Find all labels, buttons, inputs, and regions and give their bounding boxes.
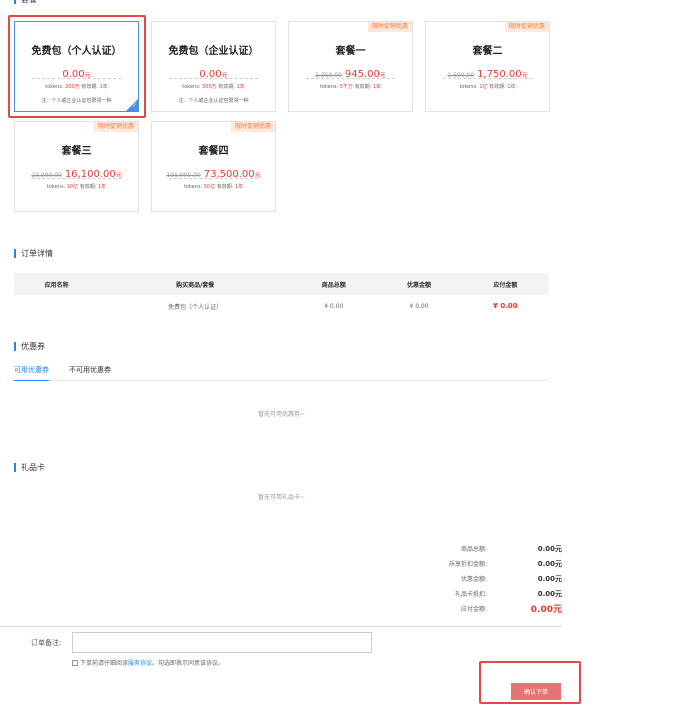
tokens-value: 500万 (202, 84, 217, 90)
promo-badge: 限时促销优惠 (93, 122, 138, 132)
validity-label: 有效期: (218, 84, 235, 90)
package-note: 注：个人或企业认证包限领一种 (178, 98, 249, 104)
tokens-value: 5千万 (339, 84, 353, 90)
service-agreement-link[interactable]: 服务协议 (128, 660, 152, 667)
tab-available-coupons[interactable]: 可用优惠券 (14, 366, 49, 381)
agreement-suffix: 。勾选即表示同意该协议。 (152, 660, 225, 667)
remark-label: 订单备注: (31, 639, 62, 647)
summary-value: 0.00元 (537, 545, 562, 553)
package-meta: tokens: 50亿 有效期: 1年 (152, 183, 275, 190)
col-product: 购买商品/套餐 (99, 273, 292, 295)
tokens-label: tokens: (459, 84, 478, 90)
table-row: 免费包（个人认证） ¥ 0.00 ¥ 0.00 ¥ 0.00 (14, 295, 549, 317)
promo-badge: 限时促销优惠 (367, 22, 412, 32)
agreement-prefix: 下单前请仔细阅读 (80, 660, 129, 667)
cell-payable: ¥ 0.00 (493, 302, 518, 310)
order-section-title: 订单详情 (14, 249, 53, 258)
validity-label: 有效期: (489, 84, 506, 90)
confirm-button-highlight (479, 661, 581, 704)
cell-product: 免费包（个人认证） (168, 303, 223, 311)
package-meta: tokens: 1亿 有效期: 1年 (426, 83, 549, 90)
col-payable: 应付金额 (461, 273, 549, 295)
coupons-empty-text: 暂无可用优惠券~ (257, 411, 306, 418)
package-card[interactable]: 限时促销优惠 套餐一 1,350.00 945.00元 tokens: 5千万 有效期:… (288, 21, 413, 112)
promo-badge: 限时促销优惠 (504, 22, 549, 32)
summary-payable-value: 0.00元 (530, 605, 562, 615)
col-total: 商品总额 (291, 273, 377, 295)
validity-label: 有效期: (354, 84, 372, 90)
divider (169, 78, 258, 79)
selected-package-highlight (8, 15, 146, 118)
package-meta: tokens: 5千万 有效期: 1年 (289, 83, 412, 90)
validity-label: 有效期: (79, 184, 97, 190)
package-card[interactable]: 限时促销优惠 套餐三 23,000.00 16,100.00元 tokens: 10亿 … (14, 121, 139, 212)
package-card[interactable]: 限时促销优惠 套餐四 105,000.00 73,500.00元 tokens: 50亿… (151, 121, 276, 212)
summary-value: 0.00元 (537, 590, 562, 598)
tokens-label: tokens: (319, 84, 339, 90)
tab-unavailable-coupons[interactable]: 不可用优惠券 (69, 366, 111, 375)
validity-value: 1年 (372, 84, 382, 90)
giftcard-section-title: 礼品卡 (14, 463, 45, 472)
cell-app-name (14, 295, 99, 317)
agreement-row: 下单前请仔细阅读服务协议。勾选即表示同意该协议。 (72, 658, 224, 667)
col-app-name: 应用名称 (14, 273, 100, 295)
giftcard-empty-text: 暂无可用礼品卡~ (257, 494, 306, 501)
order-table-header: 应用名称 购买商品/套餐 商品总额 优惠金额 应付金额 (14, 273, 549, 295)
package-name: 套餐一 (335, 46, 366, 57)
col-discount: 优惠金额 (376, 273, 462, 295)
tokens-value: 50亿 (203, 184, 216, 190)
cell-discount: ¥ 0.00 (409, 302, 429, 310)
summary-value: 0.00元 (537, 560, 562, 568)
validity-value: 1年 (236, 84, 245, 90)
summary-value: 0.00元 (537, 575, 562, 583)
validity-value: 1年 (97, 184, 107, 190)
package-name: 套餐四 (198, 146, 229, 157)
agreement-checkbox[interactable] (72, 660, 78, 666)
package-card[interactable]: 免费包（企业认证） 0.00元 tokens: 500万 有效期: 1年 注：个人或企… (151, 21, 276, 112)
validity-value: 1年 (507, 84, 516, 90)
divider (0, 626, 562, 627)
divider (169, 178, 258, 179)
remark-input[interactable] (72, 632, 372, 653)
package-name: 免费包（企业认证） (168, 46, 259, 57)
summary-label: 商品总额: (460, 546, 487, 553)
divider (306, 78, 395, 79)
package-name: 套餐三 (61, 146, 92, 157)
summary-label: 乐享折扣金额: (448, 561, 487, 568)
tokens-value: 1亿 (479, 84, 488, 90)
tokens-label: tokens: (183, 184, 203, 190)
package-meta: tokens: 500万 有效期: 1年 (152, 83, 275, 90)
packages-section-title: 套餐 (14, 0, 37, 4)
tokens-label: tokens: (182, 84, 201, 90)
coupons-section-title: 优惠券 (14, 342, 45, 351)
cell-total: ¥ 0.00 (324, 302, 344, 310)
tokens-label: tokens: (46, 184, 66, 190)
package-meta: tokens: 10亿 有效期: 1年 (15, 183, 138, 190)
package-name: 套餐二 (472, 46, 503, 57)
validity-label: 有效期: (216, 184, 234, 190)
divider (32, 178, 121, 179)
promo-badge: 限时促销优惠 (230, 122, 275, 132)
tokens-value: 10亿 (66, 184, 79, 190)
order-table: 应用名称 购买商品/套餐 商品总额 优惠金额 应付金额 免费包（个人认证） ¥ … (14, 273, 549, 317)
summary-label: 礼品卡抵扣: (454, 591, 487, 598)
coupon-tabs: 可用优惠券 不可用优惠券 (14, 366, 549, 381)
summary-label: 应付金额: (460, 606, 487, 613)
validity-value: 1年 (234, 184, 244, 190)
package-card[interactable]: 限时促销优惠 套餐二 2,500.00 1,750.00元 tokens: 1亿 有效期… (425, 21, 550, 112)
summary-label: 优惠金额: (460, 576, 487, 583)
divider (443, 78, 532, 79)
